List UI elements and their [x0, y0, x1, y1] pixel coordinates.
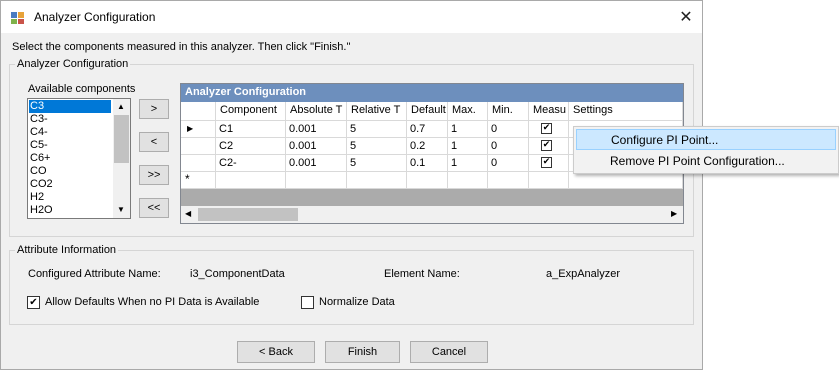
element-name-label: Element Name: — [384, 268, 460, 280]
list-item[interactable]: CO2 — [29, 178, 111, 191]
scroll-thumb[interactable] — [114, 115, 129, 163]
grid-cell-measured[interactable] — [529, 172, 569, 189]
column-header-component[interactable]: Component — [216, 102, 286, 121]
row-header[interactable] — [181, 138, 216, 155]
column-header-absolute[interactable]: Absolute T — [286, 102, 347, 121]
grid-cell-max[interactable]: 1 — [448, 138, 488, 155]
row-header[interactable] — [181, 155, 216, 172]
grid-cell-default[interactable] — [407, 172, 448, 189]
normalize-data-label[interactable]: Normalize Data — [319, 296, 395, 308]
scroll-right-icon[interactable]: ▶ — [671, 209, 677, 218]
remove-all-components-button[interactable]: << — [139, 198, 169, 218]
grid-cell-relative[interactable] — [347, 172, 407, 189]
analyzer-configuration-window: Analyzer Configuration ✕ Select the comp… — [0, 0, 703, 370]
analyzer-configuration-group-label: Analyzer Configuration — [15, 58, 131, 70]
configured-attribute-label: Configured Attribute Name: — [28, 268, 161, 280]
measured-checkbox[interactable]: ✔ — [541, 157, 552, 168]
attribute-information-group-label: Attribute Information — [15, 244, 119, 256]
grid-horizontal-scrollbar[interactable]: ◀ ▶ — [181, 206, 683, 223]
grid-caption: Analyzer Configuration — [181, 84, 683, 102]
list-item[interactable]: H2 — [29, 191, 111, 204]
column-header-default[interactable]: Default — [407, 102, 448, 121]
grid-cell-settings[interactable] — [569, 172, 683, 189]
grid-cell-default[interactable]: 0.2 — [407, 138, 448, 155]
grid-cell-max[interactable] — [448, 172, 488, 189]
grid-cell-default[interactable]: 0.7 — [407, 121, 448, 138]
list-item[interactable]: C3- — [29, 113, 111, 126]
list-item[interactable]: C3 — [29, 100, 111, 113]
list-item[interactable]: C5- — [29, 139, 111, 152]
scroll-up-icon[interactable]: ▲ — [117, 102, 125, 111]
attribute-information-group — [9, 250, 694, 325]
grid-corner-header — [181, 102, 216, 121]
measured-checkbox[interactable]: ✔ — [541, 140, 552, 151]
grid-cell-absolute[interactable] — [286, 172, 347, 189]
scroll-down-icon[interactable]: ▼ — [117, 205, 125, 214]
cancel-button[interactable]: Cancel — [410, 341, 488, 363]
listbox-scrollbar[interactable]: ▲ ▼ — [113, 99, 130, 218]
grid-cell-default[interactable]: 0.1 — [407, 155, 448, 172]
available-components-label: Available components — [28, 83, 136, 95]
grid-cell-relative[interactable]: 5 — [347, 138, 407, 155]
instructions-text: Select the components measured in this a… — [12, 41, 351, 53]
measured-checkbox[interactable]: ✔ — [541, 123, 552, 134]
add-component-button[interactable]: > — [139, 99, 169, 119]
scroll-thumb[interactable] — [198, 208, 298, 221]
grid-cell-max[interactable]: 1 — [448, 121, 488, 138]
grid-cell-relative[interactable]: 5 — [347, 121, 407, 138]
grid-cell-absolute[interactable]: 0.001 — [286, 121, 347, 138]
grid-cell-absolute[interactable]: 0.001 — [286, 155, 347, 172]
grid-cell-absolute[interactable]: 0.001 — [286, 138, 347, 155]
list-item[interactable]: CO — [29, 165, 111, 178]
configure-pi-point-menu-item[interactable]: Configure PI Point... — [576, 129, 836, 150]
grid-cell-min[interactable]: 0 — [488, 155, 529, 172]
grid-cell-component[interactable] — [216, 172, 286, 189]
grid-cell-min[interactable]: 0 — [488, 121, 529, 138]
grid-cell-measured[interactable]: ✔ — [529, 121, 569, 138]
grid-cell-min[interactable]: 0 — [488, 138, 529, 155]
column-header-min[interactable]: Min. — [488, 102, 529, 121]
app-icon — [11, 12, 24, 24]
context-menu: Configure PI Point... Remove PI Point Co… — [573, 126, 839, 174]
grid-cell-min[interactable] — [488, 172, 529, 189]
column-header-measured[interactable]: Measu — [529, 102, 569, 121]
remove-component-button[interactable]: < — [139, 132, 169, 152]
add-all-components-button[interactable]: >> — [139, 165, 169, 185]
scroll-left-icon[interactable]: ◀ — [185, 209, 191, 218]
column-header-relative[interactable]: Relative T — [347, 102, 407, 121]
row-header-new[interactable]: * — [181, 172, 216, 189]
allow-defaults-checkbox[interactable]: ✔ — [27, 296, 40, 309]
list-item[interactable]: C4- — [29, 126, 111, 139]
available-components-listbox[interactable]: C3 C3- C4- C5- C6+ CO CO2 H2 H2O ▲ ▼ — [27, 98, 131, 219]
allow-defaults-label[interactable]: Allow Defaults When no PI Data is Availa… — [45, 296, 259, 308]
grid-cell-component[interactable]: C1 — [216, 121, 286, 138]
back-button[interactable]: < Back — [237, 341, 315, 363]
element-name-value: a_ExpAnalyzer — [546, 268, 620, 280]
column-header-settings[interactable]: Settings — [569, 102, 683, 121]
configured-attribute-value: i3_ComponentData — [190, 268, 285, 280]
normalize-data-checkbox[interactable] — [301, 296, 314, 309]
grid-cell-measured[interactable]: ✔ — [529, 155, 569, 172]
row-header-current[interactable]: ▶ — [181, 121, 216, 138]
close-icon[interactable]: ✕ — [673, 5, 699, 29]
grid-cell-relative[interactable]: 5 — [347, 155, 407, 172]
column-header-max[interactable]: Max. — [448, 102, 488, 121]
grid-cell-max[interactable]: 1 — [448, 155, 488, 172]
remove-pi-point-configuration-menu-item[interactable]: Remove PI Point Configuration... — [576, 151, 836, 172]
list-item[interactable]: C6+ — [29, 152, 111, 165]
finish-button[interactable]: Finish — [325, 341, 400, 363]
grid-cell-component[interactable]: C2 — [216, 138, 286, 155]
grid-cell-measured[interactable]: ✔ — [529, 138, 569, 155]
grid-cell-component[interactable]: C2- — [216, 155, 286, 172]
window-title: Analyzer Configuration — [34, 10, 156, 24]
title-bar: Analyzer Configuration ✕ — [1, 1, 702, 33]
list-item[interactable]: H2O — [29, 204, 111, 217]
